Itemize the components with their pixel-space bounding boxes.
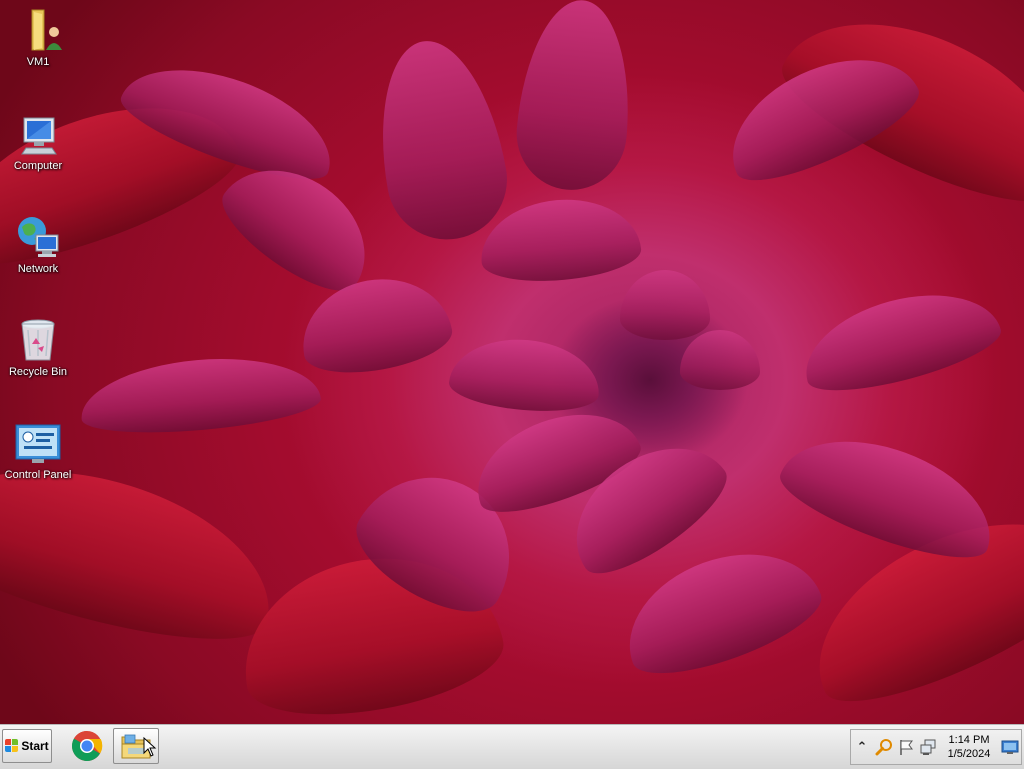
start-label: Start xyxy=(21,739,49,753)
network-tray-icon[interactable] xyxy=(917,736,939,758)
wallpaper-petal xyxy=(793,275,1007,405)
show-desktop-button[interactable] xyxy=(999,736,1021,758)
wallpaper-petal xyxy=(620,270,710,340)
desktop-icon-recycle-bin[interactable]: Recycle Bin xyxy=(0,316,76,379)
network-status-icon xyxy=(920,739,936,755)
action-center-tray-icon[interactable] xyxy=(895,736,917,758)
control-panel-icon xyxy=(14,419,62,467)
wallpaper-petal xyxy=(447,333,603,417)
computer-icon xyxy=(14,110,62,158)
search-tray-icon[interactable] xyxy=(873,736,895,758)
wallpaper-petal xyxy=(77,349,323,441)
recycle-bin-icon xyxy=(14,316,62,364)
desktop-icon-vm1[interactable]: VM1 xyxy=(0,6,76,69)
wallpaper-petal xyxy=(476,193,644,287)
desktop-icon-label: Computer xyxy=(13,160,63,172)
network-icon xyxy=(14,213,62,261)
start-button[interactable]: Start xyxy=(2,729,52,763)
search-icon xyxy=(875,739,892,756)
show-hidden-icons-button[interactable]: ⌃ xyxy=(851,736,873,758)
wallpaper-petal xyxy=(363,31,517,249)
chevron-up-icon: ⌃ xyxy=(856,739,868,754)
system-tray: ⌃ 1:14 PM 1/5/2024 xyxy=(850,729,1022,765)
wallpaper-petal xyxy=(511,0,639,195)
desktop-icon-network[interactable]: Network xyxy=(0,213,76,276)
clock-time: 1:14 PM xyxy=(948,734,990,746)
chrome-icon xyxy=(71,731,103,762)
desktop-icon-computer[interactable]: Computer xyxy=(0,110,76,173)
show-desktop-icon xyxy=(1001,740,1019,754)
desktop-icon-control-panel[interactable]: Control Panel xyxy=(0,419,76,482)
taskbar-chrome-button[interactable] xyxy=(64,728,110,764)
clock-date: 1/5/2024 xyxy=(947,748,991,760)
desktop-icon-label: VM1 xyxy=(26,56,50,68)
flag-icon xyxy=(900,740,913,755)
desktop-icon-label: Control Panel xyxy=(4,469,72,481)
user-folder-icon xyxy=(14,6,62,54)
wallpaper-petal xyxy=(771,415,1009,575)
wallpaper-petal xyxy=(680,330,760,390)
desktop-icon-label: Recycle Bin xyxy=(8,366,68,378)
windows-logo-icon xyxy=(5,739,19,753)
desktop-icon-label: Network xyxy=(17,263,59,275)
desktop-wallpaper: VM1 Computer Network Recycle Bin Control… xyxy=(0,0,1024,724)
taskbar-clock[interactable]: 1:14 PM 1/5/2024 xyxy=(939,733,999,761)
